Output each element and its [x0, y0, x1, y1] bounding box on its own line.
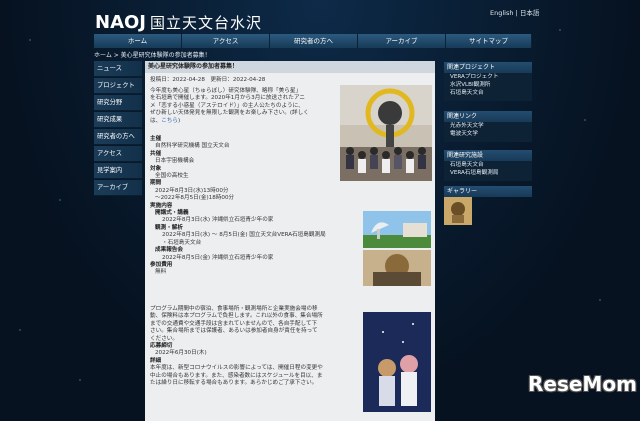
global-nav: ホーム アクセス 研究者の方へ アーカイブ サイトマップ: [94, 34, 533, 48]
post-date: 投稿日：2022-04-28 更新日：2022-04-28: [150, 77, 266, 83]
telescope-group-photo: [340, 85, 432, 181]
nav-researchers[interactable]: 研究者の方へ: [270, 34, 358, 48]
sidebar-item-access[interactable]: アクセス: [94, 146, 142, 162]
nav-sitemap[interactable]: サイトマップ: [446, 34, 533, 48]
detail-line: 中止の場合もあります。また、感染者数にはスケジュールを目以、ま: [150, 372, 323, 379]
anime-poster: [363, 312, 431, 412]
note-line: 動、保険料は本プログラムで負担します。これ以外の食事、集合場所: [150, 313, 323, 320]
facility-link[interactable]: VERA石垣島観測局: [444, 169, 532, 177]
program-value: 2022年8月3日(水) 〜 8月5日(金) 国立天文台VERA石垣島観測局: [162, 232, 326, 239]
sidebar-item-tour[interactable]: 見学案内: [94, 163, 142, 179]
language-switcher: English | 日本語: [490, 7, 539, 17]
nav-archive[interactable]: アーカイブ: [358, 34, 446, 48]
article-intro: 今年度も美心星（ちゅらぼし）研究体験隊、略称「美ら星」 を石垣島で開催します。2…: [150, 88, 336, 125]
related-project-link[interactable]: 石垣島天文台: [444, 89, 532, 97]
section-label: 対象: [150, 165, 162, 172]
related-facilities-heading: 関連研究施設: [444, 150, 532, 161]
intro-line: を石垣島で開催します。2020年1月から3月に放送されたアニ: [150, 95, 305, 102]
section-value: 全国の高校生: [155, 173, 189, 180]
program-value: 2022年8月3日(水) 沖縄県立石垣青少年の家: [162, 217, 274, 224]
naoj-logo[interactable]: NAOJ: [95, 12, 146, 33]
resemom-watermark: ReseMom: [528, 372, 637, 396]
related-projects-list: VERAプロジェクト 水沢VLBI観測所 石垣島天文台: [444, 73, 532, 101]
sidebar-item-researchers[interactable]: 研究者の方へ: [94, 129, 142, 145]
sidebar-item-news[interactable]: ニュース: [94, 61, 142, 77]
section-label: 実施内容: [150, 202, 173, 209]
related-project-link[interactable]: 水沢VLBI観測所: [444, 81, 532, 89]
fee-notes: プログラム期間中の宿泊、食事場所・観測場所と企業実施会場の移 動、保険料は本プロ…: [150, 306, 360, 387]
intro-line: ぜひ新しい天体発見を無限した観測をお楽しみ下さい。(詳しく: [150, 110, 309, 117]
related-link[interactable]: 光赤外天文学: [444, 122, 532, 130]
program-value: 2022年8月5日(金) 沖縄県立石垣青少年の家: [162, 254, 274, 261]
antenna-photo: [363, 211, 431, 248]
note-line: ください。: [150, 335, 178, 342]
related-project-link[interactable]: VERAプロジェクト: [444, 73, 532, 81]
sidebar: ニュース プロジェクト 研究分野 研究成果 研究者の方へ アクセス 見学案内 ア…: [94, 61, 142, 197]
telescope-dome-photo: [363, 250, 431, 286]
event-details: 主催 自然科学研究機構 国立天文台 共催 日本宇宙機構会 対象 全国の高校生 期…: [150, 136, 336, 277]
gallery-heading: ギャラリー: [444, 186, 532, 197]
site-name[interactable]: 国立天文台水沢: [150, 12, 262, 33]
sidebar-item-archive[interactable]: アーカイブ: [94, 180, 142, 196]
section-value: 〜2022年8月5日(金)18時00分: [155, 195, 235, 202]
lang-english-link[interactable]: English: [490, 9, 513, 17]
article-title: 美心星研究体験隊の参加者募集！: [145, 61, 435, 73]
intro-line: は、こちら): [150, 117, 181, 124]
sidebar-item-project[interactable]: プロジェクト: [94, 78, 142, 94]
program-label: 成果報告会: [155, 247, 183, 254]
related-projects-heading: 関連プロジェクト: [444, 62, 532, 73]
related-links-list: 光赤外天文学 電波天文学: [444, 122, 532, 142]
related-link[interactable]: 電波天文学: [444, 130, 532, 138]
related-links-heading: 関連リンク: [444, 111, 532, 122]
section-label: 期間: [150, 180, 162, 187]
detail-line: たは繰り日に移転する場合もあります。あらかじめご了承下さい。: [150, 380, 318, 387]
nav-home[interactable]: ホーム: [94, 34, 182, 48]
section-value: 無料: [155, 269, 167, 276]
lang-japanese-link[interactable]: 日本語: [520, 9, 540, 17]
sidebar-item-results[interactable]: 研究成果: [94, 112, 142, 128]
related-facilities-list: 石垣島天文台 VERA石垣島観測局: [444, 161, 532, 181]
details-link[interactable]: こちら: [161, 118, 178, 124]
note-line: さい。集合場所までは保護者、あるいは参加者自身が責任を持って: [150, 328, 318, 335]
program-value: ・石垣島天文台: [162, 239, 202, 246]
facility-link[interactable]: 石垣島天文台: [444, 161, 532, 169]
breadcrumb: ホーム > 美心星研究体験隊の参加者募集！: [94, 52, 211, 59]
section-value: 日本宇宙機構会: [155, 158, 195, 165]
section-label: 参加費用: [150, 261, 173, 268]
nav-access[interactable]: アクセス: [182, 34, 270, 48]
lang-separator: |: [515, 9, 518, 17]
sidebar-item-fields[interactable]: 研究分野: [94, 95, 142, 111]
detail-line: 本年度は、新型コロナウイルスの影響によっては、開催日程の変更や: [150, 365, 323, 372]
section-value: 自然科学研究機構 国立天文台: [155, 143, 230, 150]
section-value: 2022年6月30日(木): [155, 350, 207, 357]
gallery-thumbnail[interactable]: [444, 197, 472, 225]
